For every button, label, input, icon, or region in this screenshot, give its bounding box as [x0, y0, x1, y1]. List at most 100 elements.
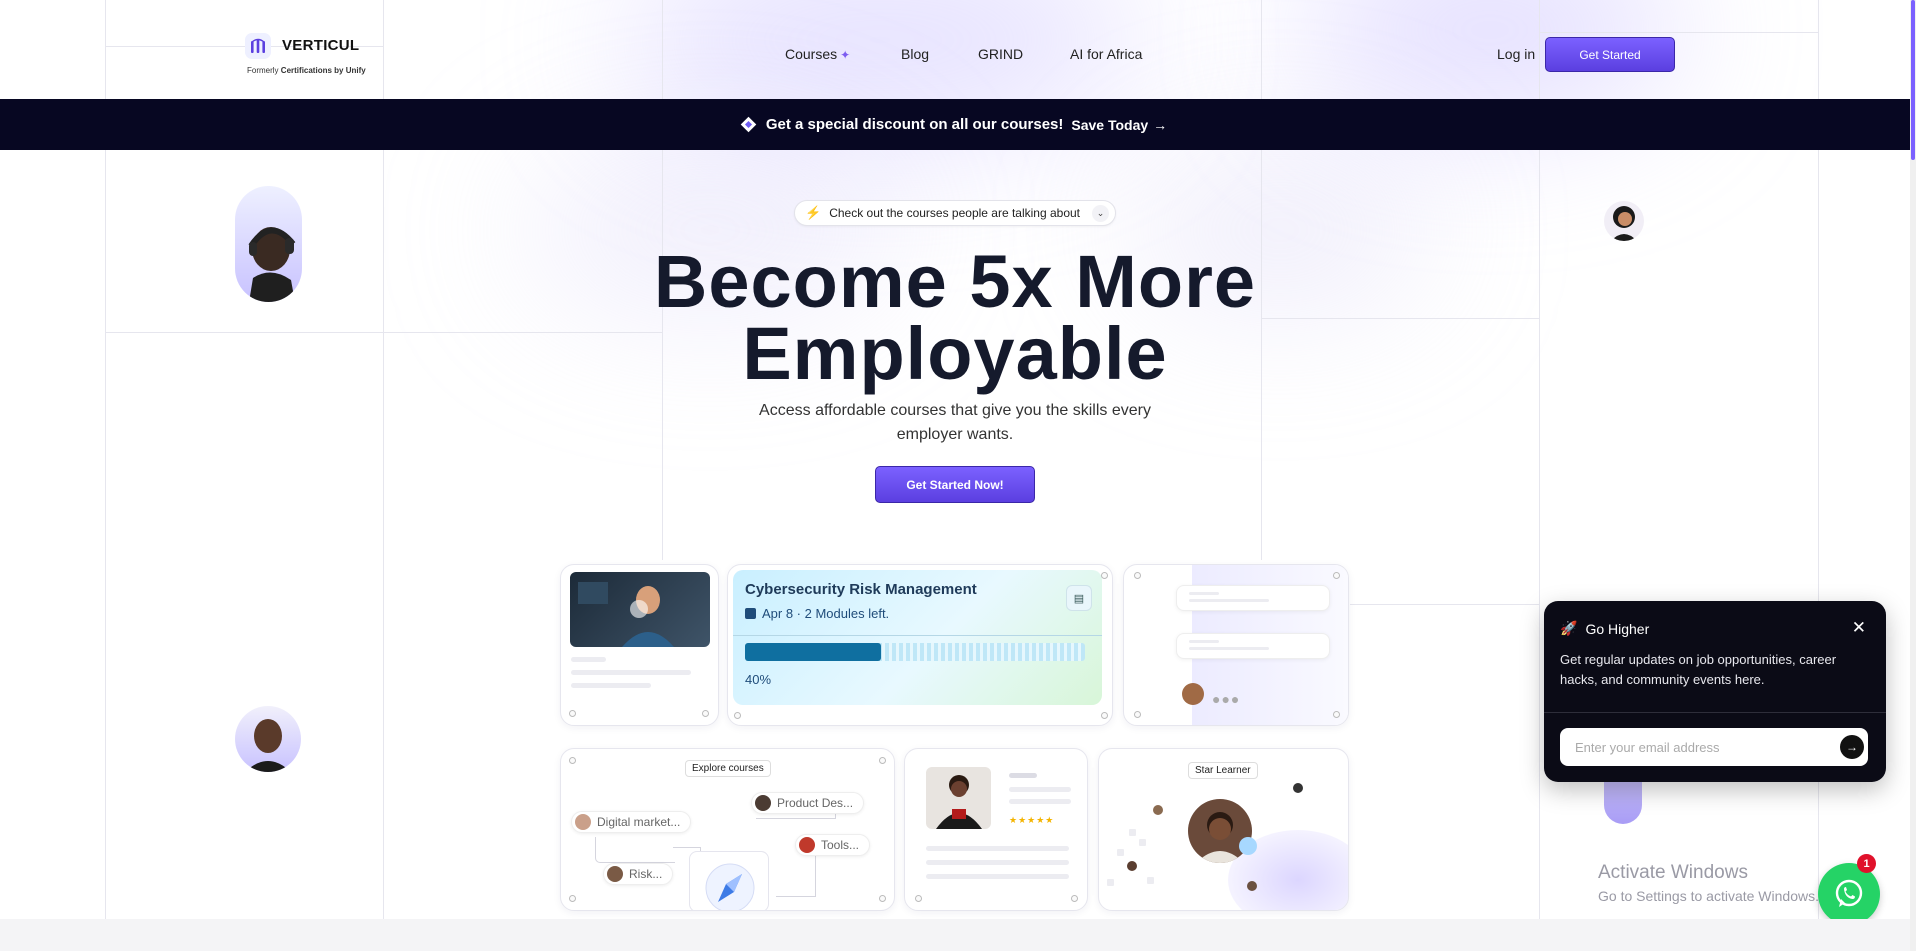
sparkle-icon: ✦ — [840, 48, 851, 62]
star-learner-card[interactable]: Star Learner — [1098, 748, 1349, 911]
nav-courses-label: Courses — [785, 46, 838, 62]
avatar — [575, 814, 591, 830]
video-thumbnail[interactable] — [570, 572, 710, 647]
brand-subtitle-prefix: Formerly — [247, 66, 279, 75]
document-icon[interactable]: ▤ — [1066, 585, 1092, 611]
avatar — [607, 866, 623, 882]
skeleton-line — [571, 657, 606, 662]
list-item — [1176, 633, 1330, 659]
popup-body: Get regular updates on job opportunities… — [1560, 652, 1837, 687]
corner-dot — [1333, 711, 1340, 718]
pixel-dot — [1139, 839, 1146, 846]
promo-banner[interactable]: Get a special discount on all our course… — [0, 99, 1910, 150]
course-chip[interactable]: Digital market... — [571, 811, 692, 833]
course-title: Cybersecurity Risk Management — [745, 581, 977, 598]
get-started-button[interactable]: Get Started — [1545, 37, 1675, 72]
divider — [1544, 712, 1886, 713]
skeleton-line — [571, 683, 651, 688]
hero-headline: Become 5x More Employable — [590, 240, 1320, 395]
scrollbar-thumb[interactable] — [1911, 0, 1915, 160]
video-course-card[interactable] — [560, 564, 719, 726]
corner-dot — [1101, 712, 1108, 719]
course-chip[interactable]: Product Des... — [751, 792, 865, 814]
corner-dot — [915, 895, 922, 902]
avatar — [1153, 805, 1163, 815]
course-chip-label: Digital market... — [597, 815, 681, 829]
pixel-dot — [1147, 877, 1154, 884]
progress-bar — [745, 643, 1085, 661]
whatsapp-button[interactable] — [1818, 863, 1880, 925]
grid-line — [1539, 32, 1818, 33]
trending-courses-pill[interactable]: ⚡ Check out the courses people are talki… — [794, 200, 1116, 226]
course-progress-card[interactable]: Cybersecurity Risk Management Apr 8 · 2 … — [727, 564, 1113, 726]
avatar — [1247, 881, 1257, 891]
nav-blog[interactable]: Blog — [901, 46, 929, 62]
corner-dot — [1333, 572, 1340, 579]
popup-header: 🚀 Go Higher — [1560, 620, 1649, 637]
get-started-now-button[interactable]: Get Started Now! — [875, 466, 1035, 503]
person-icon — [1611, 206, 1637, 241]
skeleton-line — [1189, 647, 1269, 650]
course-chip-label: Risk... — [629, 867, 663, 881]
mentors-card[interactable]: ●●● — [1123, 564, 1349, 726]
page: VERTICUL Formerly Certifications by Unif… — [0, 0, 1916, 951]
headline-line-1: Become 5x More — [653, 240, 1257, 323]
corner-dot — [702, 710, 709, 717]
course-chip-label: Product Des... — [777, 796, 854, 810]
skeleton-line — [926, 860, 1069, 865]
skeleton-line — [1009, 799, 1071, 804]
pill-text: Check out the courses people are talking… — [829, 206, 1081, 220]
notification-badge: 1 — [1857, 854, 1876, 873]
grid-line — [1350, 604, 1540, 605]
star-learner-tag: Star Learner — [1188, 762, 1258, 779]
pixel-dot — [1117, 849, 1124, 856]
course-progress-panel: Cybersecurity Risk Management Apr 8 · 2 … — [733, 570, 1102, 705]
person-headphones-icon — [248, 227, 296, 302]
close-icon[interactable]: ✕ — [1852, 618, 1866, 638]
diamond-icon — [740, 116, 757, 133]
corner-dot — [879, 895, 886, 902]
course-chip[interactable]: Risk... — [603, 863, 674, 885]
submit-arrow-button[interactable]: → — [1840, 735, 1864, 759]
popup-title: Go Higher — [1585, 620, 1650, 637]
person-icon — [245, 719, 291, 772]
brand-subtitle: Formerly Certifications by Unify — [247, 66, 366, 75]
banner-text: Get a special discount on all our course… — [765, 116, 1064, 133]
avatar — [799, 837, 815, 853]
bottom-strip — [0, 919, 1910, 951]
corner-dot — [879, 757, 886, 764]
badge-icon — [1239, 837, 1257, 855]
progress-bar-fill — [745, 643, 881, 661]
explore-courses-tag: Explore courses — [685, 760, 771, 777]
play-icon[interactable] — [630, 600, 648, 618]
windows-watermark: Activate Windows Go to Settings to activ… — [1598, 862, 1819, 904]
skeleton-line — [1189, 640, 1219, 643]
skeleton-line — [926, 846, 1069, 851]
skeleton-line — [571, 670, 691, 675]
course-chip[interactable]: Tools... — [795, 834, 871, 856]
corner-dot — [734, 712, 741, 719]
login-link[interactable]: Log in — [1497, 46, 1535, 62]
skeleton-line — [1009, 773, 1037, 778]
save-today-link[interactable]: Save Today — [1071, 117, 1148, 133]
nav-grind[interactable]: GRIND — [978, 46, 1023, 62]
headline-line-2: Employable — [742, 312, 1168, 395]
corner-dot — [569, 757, 576, 764]
skeleton-line — [926, 874, 1069, 879]
email-field[interactable] — [1560, 728, 1868, 766]
avatar — [235, 706, 301, 772]
compass-tile[interactable] — [689, 851, 769, 910]
avatar — [1293, 783, 1303, 793]
nav-courses[interactable]: Courses ✦ — [785, 46, 850, 62]
brand-logo[interactable]: VERTICUL Formerly Certifications by Unif… — [245, 30, 375, 80]
skeleton-line — [1189, 592, 1219, 595]
instructor-card[interactable]: ★★★★★ — [904, 748, 1088, 911]
explore-courses-card[interactable]: Explore courses Digital market... Produc… — [560, 748, 895, 911]
avatar — [1182, 683, 1204, 705]
course-meta-text: Apr 8 · 2 Modules left. — [762, 606, 890, 621]
instructor-photo — [926, 767, 991, 829]
nav-ai-for-africa[interactable]: AI for Africa — [1070, 46, 1142, 62]
list-item — [1176, 585, 1330, 611]
skeleton-line — [1009, 787, 1071, 792]
person-icon — [936, 775, 982, 829]
